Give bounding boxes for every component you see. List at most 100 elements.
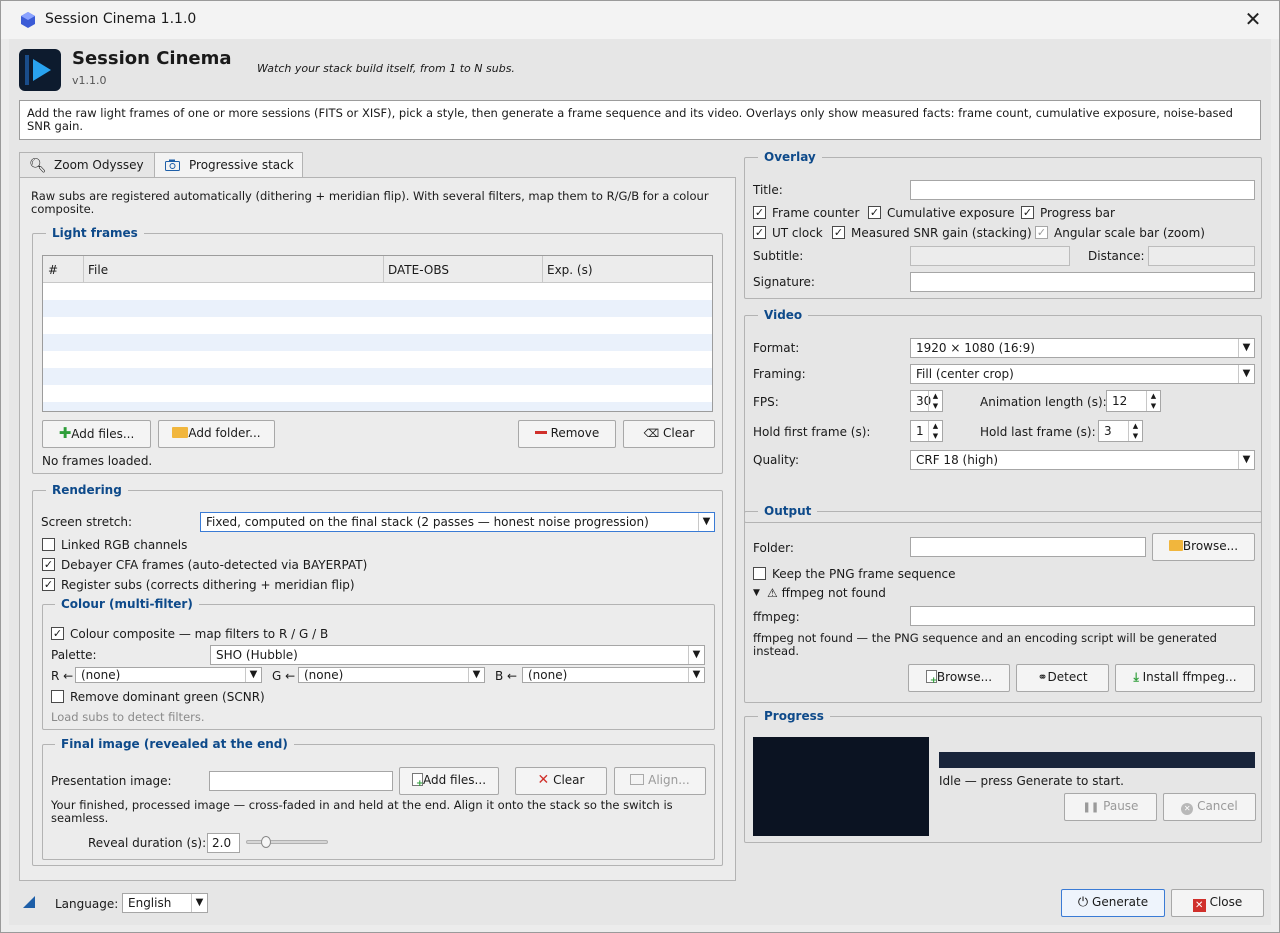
chevron-down-icon: ▼ (1238, 365, 1254, 383)
light-frames-group: Light frames # File DATE-OBS Exp. (s) ✚A… (32, 226, 723, 474)
spin-up-icon[interactable]: ▲ (928, 391, 942, 401)
light-frames-table[interactable]: # File DATE-OBS Exp. (s) (42, 255, 713, 412)
chevron-down-icon: ▼ (688, 646, 704, 664)
r-channel-select[interactable]: (none) ▼ (75, 667, 262, 683)
ut-clock-checkbox[interactable]: ✓ (753, 226, 766, 239)
close-button[interactable]: ✕ Close (1171, 889, 1264, 917)
signature-input[interactable] (910, 272, 1255, 292)
final-clear-button[interactable]: ✕ Clear (515, 767, 607, 795)
snr-gain-checkbox[interactable]: ✓ (832, 226, 845, 239)
debayer-checkbox[interactable]: ✓ (42, 558, 55, 571)
spin-down-icon[interactable]: ▼ (928, 401, 942, 411)
hold-last-spinbox[interactable]: 3 ▲ ▼ (1098, 420, 1143, 442)
resize-grip-icon (23, 896, 35, 908)
spin-down-icon[interactable]: ▼ (1128, 431, 1142, 441)
quality-select[interactable]: CRF 18 (high) ▼ (910, 450, 1255, 470)
register-checkbox[interactable]: ✓ (42, 578, 55, 591)
cumulative-exposure-checkbox[interactable]: ✓ (868, 206, 881, 219)
distance-input[interactable] (1148, 246, 1255, 266)
colour-composite-checkbox[interactable]: ✓ (51, 627, 64, 640)
progressive-stack-panel: Raw subs are registered automatically (d… (19, 177, 736, 881)
keep-png-checkbox[interactable] (753, 567, 766, 580)
add-folder-button[interactable]: Add folder... (158, 420, 275, 448)
column-header[interactable]: File (88, 263, 108, 277)
clear-frames-button[interactable]: ⌫ Clear (623, 420, 715, 448)
linked-rgb-checkbox[interactable] (42, 538, 55, 551)
ffmpeg-label: ffmpeg: (753, 610, 800, 624)
browse-folder-button[interactable]: Browse... (1152, 533, 1255, 561)
animation-length-spinbox[interactable]: 12 ▲ ▼ (1106, 390, 1161, 412)
pause-button[interactable]: ❚❚ Pause (1064, 793, 1157, 821)
add-files-button[interactable]: ✚Add files... (42, 420, 151, 448)
add-file-icon: + (925, 670, 937, 686)
presentation-image-input[interactable] (209, 771, 393, 791)
scale-bar-checkbox[interactable]: ✓ (1035, 226, 1048, 239)
rendering-title: Rendering (46, 483, 128, 497)
cancel-button[interactable]: ✕ Cancel (1163, 793, 1256, 821)
quality-label: Quality: (753, 453, 800, 467)
hold-first-label: Hold first frame (s): (753, 425, 871, 439)
scnr-label: Remove dominant green (SCNR) (70, 690, 265, 704)
spin-up-icon[interactable]: ▲ (928, 421, 942, 431)
spin-down-icon[interactable]: ▼ (1146, 401, 1160, 411)
tab-zoom-odyssey[interactable]: 🔍︎ Zoom Odyssey (19, 152, 155, 178)
add-file-icon: + (411, 773, 424, 789)
progress-bar-checkbox[interactable]: ✓ (1021, 206, 1034, 219)
backspace-icon: ⌫ (643, 427, 660, 440)
frame-counter-checkbox[interactable]: ✓ (753, 206, 766, 219)
remove-button[interactable]: Remove (518, 420, 616, 448)
browse-ffmpeg-button[interactable]: + Browse... (908, 664, 1010, 692)
subtitle-input[interactable] (910, 246, 1070, 266)
language-select[interactable]: English ▼ (122, 893, 208, 913)
chevron-down-icon: ▼ (688, 668, 704, 682)
register-label: Register subs (corrects dithering + meri… (61, 578, 355, 592)
detect-button[interactable]: ⚭Detect (1016, 664, 1109, 692)
palette-select[interactable]: SHO (Hubble) ▼ (210, 645, 705, 665)
ffmpeg-toggle[interactable]: ⚠ ffmpeg not found (767, 586, 886, 600)
progress-bar (939, 752, 1255, 768)
framing-select[interactable]: Fill (center crop) ▼ (910, 364, 1255, 384)
cumulative-exposure-label: Cumulative exposure (887, 206, 1015, 220)
b-channel-select[interactable]: (none) ▼ (522, 667, 705, 683)
app-logo-icon (21, 12, 35, 28)
expand-triangle-icon[interactable]: ▼ (753, 586, 760, 600)
frame-counter-label: Frame counter (772, 206, 860, 220)
format-select[interactable]: 1920 × 1080 (16:9) ▼ (910, 338, 1255, 358)
fps-spinbox[interactable]: 30 ▲ ▼ (910, 390, 943, 412)
reveal-duration-slider[interactable] (246, 836, 328, 848)
g-channel-select[interactable]: (none) ▼ (298, 667, 485, 683)
tab-progressive-stack[interactable]: Progressive stack (154, 152, 303, 178)
spin-up-icon[interactable]: ▲ (1146, 391, 1160, 401)
slider-handle[interactable] (261, 836, 271, 848)
chevron-down-icon: ▼ (1238, 339, 1254, 357)
camera-icon (165, 159, 180, 171)
align-button[interactable]: Align... (614, 767, 706, 795)
close-window-button[interactable]: ✕ (1241, 7, 1265, 31)
progress-bar-label: Progress bar (1040, 206, 1115, 220)
ffmpeg-path-input[interactable] (910, 606, 1255, 626)
final-add-files-button[interactable]: + Add files... (399, 767, 499, 795)
column-header[interactable]: # (48, 263, 58, 277)
power-icon: ⏻ (1077, 895, 1089, 910)
hold-first-spinbox[interactable]: 1 ▲ ▼ (910, 420, 943, 442)
light-frames-title: Light frames (46, 226, 144, 240)
overlay-title-input[interactable] (910, 180, 1255, 200)
overlay-title: Overlay (758, 150, 822, 164)
column-header[interactable]: Exp. (s) (547, 263, 593, 277)
spin-down-icon[interactable]: ▼ (928, 431, 942, 441)
table-header: # File DATE-OBS Exp. (s) (43, 256, 712, 283)
column-header[interactable]: DATE-OBS (388, 263, 449, 277)
folder-icon (1168, 540, 1183, 551)
folder-input[interactable] (910, 537, 1146, 557)
reveal-duration-input[interactable]: 2.0 (207, 833, 240, 853)
colour-title: Colour (multi-filter) (55, 597, 199, 611)
spin-up-icon[interactable]: ▲ (1128, 421, 1142, 431)
scnr-checkbox[interactable] (51, 690, 64, 703)
generate-button[interactable]: ⏻ Generate (1061, 889, 1165, 917)
scale-bar-label: Angular scale bar (zoom) (1054, 226, 1205, 240)
animation-length-label: Animation length (s): (980, 395, 1107, 409)
install-ffmpeg-button[interactable]: ⤓ Install ffmpeg... (1115, 664, 1255, 692)
app-version: v1.1.0 (72, 74, 107, 87)
signature-label: Signature: (753, 275, 815, 289)
screen-stretch-select[interactable]: Fixed, computed on the final stack (2 pa… (200, 512, 715, 532)
